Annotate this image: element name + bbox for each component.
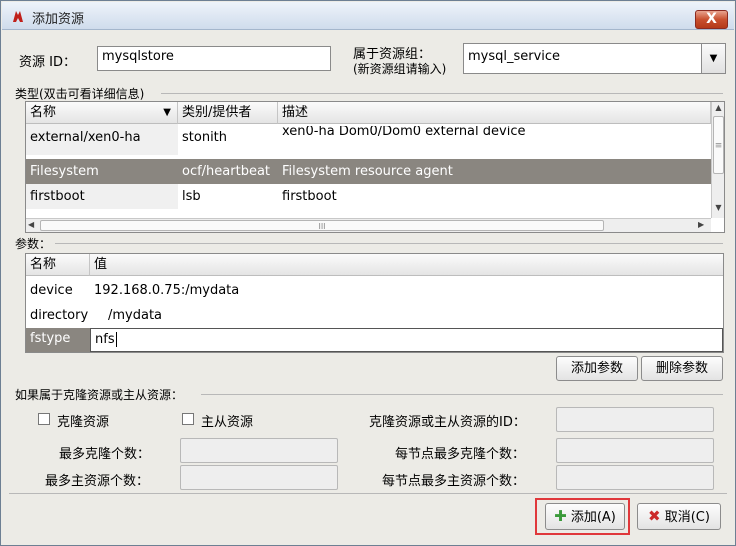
add-button[interactable]: ✚ 添加(A) (545, 503, 625, 530)
scroll-down-icon[interactable]: ▼ (712, 203, 724, 212)
param-value-editor[interactable]: nfs (90, 328, 723, 352)
type-hscroll[interactable]: ◀ III ▶ (26, 218, 711, 232)
param-name: device (30, 283, 73, 298)
type-hscroll-thumb[interactable]: III (40, 220, 604, 231)
scroll-right-icon[interactable]: ▶ (698, 220, 704, 229)
resource-id-input[interactable]: mysqlstore (97, 46, 331, 71)
master-checkbox[interactable] (182, 413, 194, 425)
close-icon: ✖ (648, 507, 661, 525)
sort-down-icon: ▼ (163, 107, 171, 118)
params-col-value[interactable]: 值 (90, 254, 723, 276)
add-param-button[interactable]: 添加参数 (556, 356, 638, 381)
type-col-name-label: 名称 (30, 105, 57, 120)
type-table: 名称 ▼ 类别/提供者 描述 external/xen0-ha stonith … (25, 101, 725, 233)
close-icon: X (706, 11, 717, 27)
type-section-title: 类型(双击可看详细信息) (15, 87, 145, 101)
max-clone-field[interactable] (180, 438, 338, 463)
clone-checkbox[interactable] (38, 413, 50, 425)
cancel-button[interactable]: ✖ 取消(C) (637, 503, 721, 530)
clone-id-field[interactable] (556, 407, 714, 432)
param-value: /mydata (108, 308, 163, 323)
cancel-button-label: 取消(C) (664, 510, 710, 525)
clone-checkbox-label: 克隆资源 (57, 415, 110, 430)
table-row-selected[interactable]: Filesystem ocf/heartbeat Filesystem reso… (26, 159, 724, 184)
group-value: mysql_service (468, 49, 561, 64)
type-vscroll-thumb[interactable]: ≡ (713, 116, 724, 174)
scroll-left-icon[interactable]: ◀ (28, 220, 34, 229)
node-max-master-field[interactable] (556, 465, 714, 490)
param-value: nfs (95, 332, 115, 347)
plus-icon: ✚ (554, 507, 567, 525)
master-checkbox-label: 主从资源 (201, 415, 254, 430)
node-max-master-label: 每节点最多主资源个数： (382, 474, 526, 489)
row-name: Filesystem (30, 164, 99, 179)
table-row-editing[interactable]: fstype nfs (26, 328, 723, 352)
title-bar: 添加资源 (2, 2, 734, 30)
row-name: external/xen0-ha (26, 124, 178, 155)
group-label-hint: (新资源组请输入) (353, 62, 447, 76)
clone-id-label: 克隆资源或主从资源的ID： (369, 415, 526, 430)
type-section-line (161, 93, 723, 94)
scroll-up-icon[interactable]: ▲ (712, 103, 724, 112)
param-name: directory (30, 308, 89, 323)
bottom-separator (9, 493, 727, 494)
window-title: 添加资源 (32, 12, 85, 27)
row-class: ocf/heartbeat (182, 164, 271, 179)
row-desc: firstboot (282, 189, 337, 204)
table-row[interactable]: external/xen0-ha stonith xen0-ha Dom0/Do… (26, 124, 724, 155)
chevron-down-icon: ▼ (709, 53, 718, 64)
app-icon (13, 11, 23, 22)
node-max-clone-field[interactable] (556, 438, 714, 463)
max-master-label: 最多主资源个数： (45, 474, 150, 489)
max-clone-label: 最多克隆个数： (59, 447, 151, 462)
param-name: fstype (26, 328, 90, 352)
text-cursor (115, 332, 117, 347)
table-row[interactable]: directory /mydata (26, 303, 723, 328)
clone-section-title: 如果属于克隆资源或主从资源： (15, 388, 184, 402)
group-dropdown-button[interactable]: ▼ (701, 44, 725, 73)
type-col-desc[interactable]: 描述 (278, 102, 711, 124)
table-row[interactable]: firstboot lsb firstboot (26, 184, 724, 209)
row-class: stonith (182, 130, 228, 145)
node-max-clone-label: 每节点最多克隆个数： (395, 447, 526, 462)
params-col-name[interactable]: 名称 (26, 254, 90, 276)
clone-section-line (201, 394, 723, 395)
delete-param-button[interactable]: 删除参数 (641, 356, 723, 381)
group-combobox[interactable]: mysql_service (463, 43, 726, 74)
param-value: 192.168.0.75:/mydata (94, 283, 240, 298)
row-name: firstboot (26, 184, 178, 209)
close-button[interactable]: X (695, 10, 728, 29)
dialog-window: 添加资源 X 资源 ID： mysqlstore 属于资源组： (新资源组请输入… (0, 0, 736, 546)
params-table: 名称 值 device 192.168.0.75:/mydata directo… (25, 253, 724, 353)
params-section-line (55, 243, 723, 244)
row-desc: xen0-ha Dom0/Dom0 external device (282, 126, 526, 138)
type-vscroll[interactable]: ▲ ≡ ▼ (711, 102, 724, 218)
type-col-class[interactable]: 类别/提供者 (178, 102, 278, 124)
type-col-name[interactable]: 名称 ▼ (26, 102, 178, 124)
params-section-title: 参数： (15, 237, 52, 251)
max-master-field[interactable] (180, 465, 338, 490)
resource-id-label: 资源 ID： (19, 55, 76, 70)
row-class: lsb (182, 189, 201, 204)
row-desc: Filesystem resource agent (282, 164, 453, 179)
table-row[interactable]: device 192.168.0.75:/mydata (26, 278, 723, 303)
add-button-label: 添加(A) (570, 510, 616, 525)
